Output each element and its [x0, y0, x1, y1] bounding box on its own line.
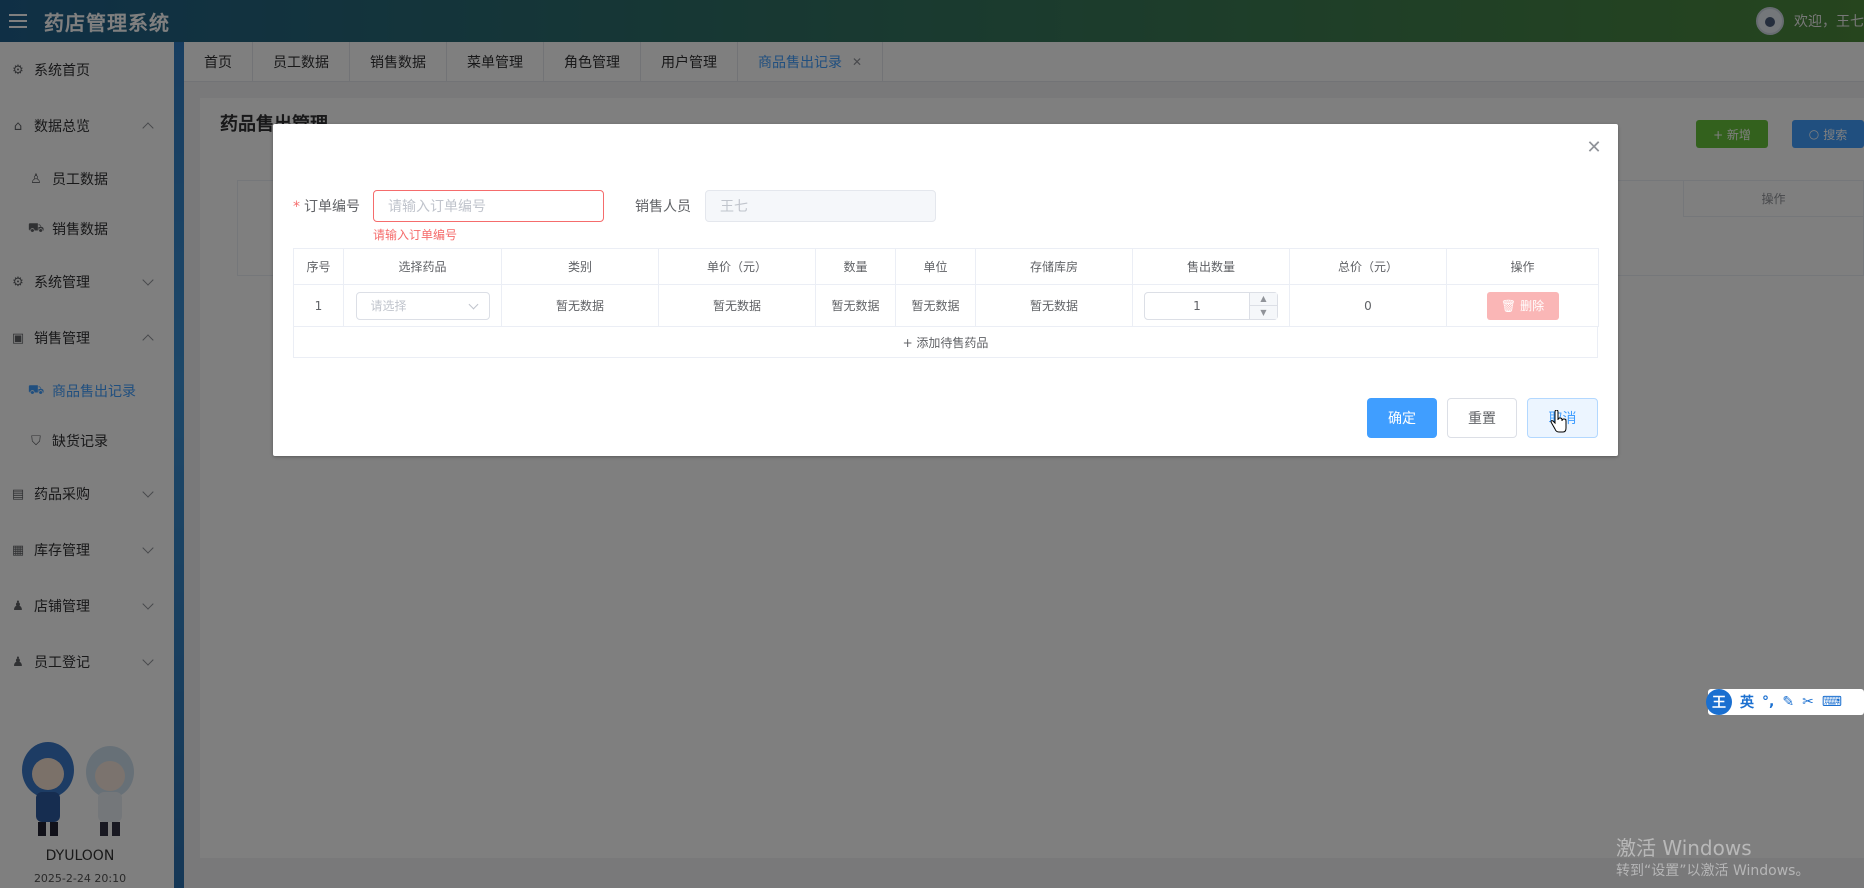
sale-dialog: ✕ * 订单编号 请输入订单编号 请输入订单编号 销售人员 王七 序号 选择药品 … — [273, 124, 1618, 456]
chevron-down-icon — [468, 299, 478, 309]
sold-qty-value: 1 — [1193, 298, 1201, 313]
confirm-button[interactable]: 确定 — [1367, 398, 1437, 438]
keyboard-icon[interactable]: ⌨ — [1822, 694, 1842, 710]
stepper-up-icon[interactable]: ▲ — [1250, 293, 1277, 306]
ime-toolbar[interactable]: 王 英 °, ✎ ✂ ⌨ — [1706, 689, 1864, 715]
cell-index: 1 — [293, 284, 344, 327]
delete-label: 删除 — [1520, 299, 1545, 313]
punctuation-icon[interactable]: °, — [1762, 694, 1774, 710]
drug-select-placeholder: 请选择 — [370, 299, 407, 313]
cell-select: 请选择 — [343, 284, 502, 327]
scissors-icon[interactable]: ✂ — [1802, 694, 1814, 710]
trash-icon: 🗑 — [1500, 298, 1517, 313]
cell-unit: 暂无数据 — [895, 284, 976, 327]
required-mark: * — [293, 199, 300, 215]
close-icon[interactable]: ✕ — [1586, 139, 1602, 157]
order-number-label-text: 订单编号 — [304, 199, 360, 215]
pen-icon[interactable]: ✎ — [1782, 694, 1794, 710]
cell-sold-qty: 1 ▲ ▼ — [1132, 284, 1290, 327]
items-table: 序号 选择药品 类别 单价（元） 数量 单位 存储库房 售出数量 总价（元） 操… — [293, 248, 1599, 327]
order-number-error: 请输入订单编号 — [373, 228, 458, 242]
reset-button[interactable]: 重置 — [1447, 398, 1517, 438]
order-number-input[interactable]: 请输入订单编号 — [373, 190, 604, 222]
cell-unit-price: 暂无数据 — [658, 284, 816, 327]
col-category: 类别 — [501, 248, 659, 285]
col-warehouse: 存储库房 — [975, 248, 1133, 285]
seller-value: 王七 — [720, 199, 748, 215]
cell-operation: 🗑 删除 — [1446, 284, 1599, 327]
order-number-placeholder: 请输入订单编号 — [388, 199, 486, 215]
cell-total: 0 — [1289, 284, 1447, 327]
ime-lang[interactable]: 英 — [1740, 692, 1754, 712]
hand-cursor-icon — [1550, 410, 1567, 433]
col-index: 序号 — [293, 248, 344, 285]
col-sold-qty: 售出数量 — [1132, 248, 1290, 285]
col-total: 总价（元） — [1289, 248, 1447, 285]
delete-button[interactable]: 🗑 删除 — [1486, 291, 1559, 320]
cell-warehouse: 暂无数据 — [975, 284, 1133, 327]
cell-category: 暂无数据 — [501, 284, 659, 327]
drug-select[interactable]: 请选择 — [355, 291, 490, 320]
col-unit: 单位 — [895, 248, 976, 285]
ime-badge[interactable]: 王 — [1706, 689, 1732, 715]
seller-input: 王七 — [705, 190, 936, 222]
table-row: 1 请选择 暂无数据 暂无数据 暂无数据 暂无数据 暂无数据 1 ▲ ▼ 0 🗑… — [293, 284, 1599, 327]
stepper-down-icon[interactable]: ▼ — [1250, 306, 1277, 319]
seller-label: 销售人员 — [635, 199, 691, 215]
order-number-label: * 订单编号 — [293, 196, 360, 216]
col-select-drug: 选择药品 — [343, 248, 502, 285]
col-quantity: 数量 — [815, 248, 896, 285]
activation-watermark: 激活 Windows — [1616, 836, 1752, 860]
col-unit-price: 单价（元） — [658, 248, 816, 285]
table-header-row: 序号 选择药品 类别 单价（元） 数量 单位 存储库房 售出数量 总价（元） 操… — [293, 248, 1599, 285]
stepper-controls: ▲ ▼ — [1249, 292, 1277, 319]
sold-qty-stepper[interactable]: 1 ▲ ▼ — [1144, 291, 1278, 320]
activation-watermark-sub: 转到“设置”以激活 Windows。 — [1616, 863, 1810, 879]
add-drug-button[interactable]: + 添加待售药品 — [293, 326, 1598, 358]
cell-quantity: 暂无数据 — [815, 284, 896, 327]
col-operation: 操作 — [1446, 248, 1599, 285]
